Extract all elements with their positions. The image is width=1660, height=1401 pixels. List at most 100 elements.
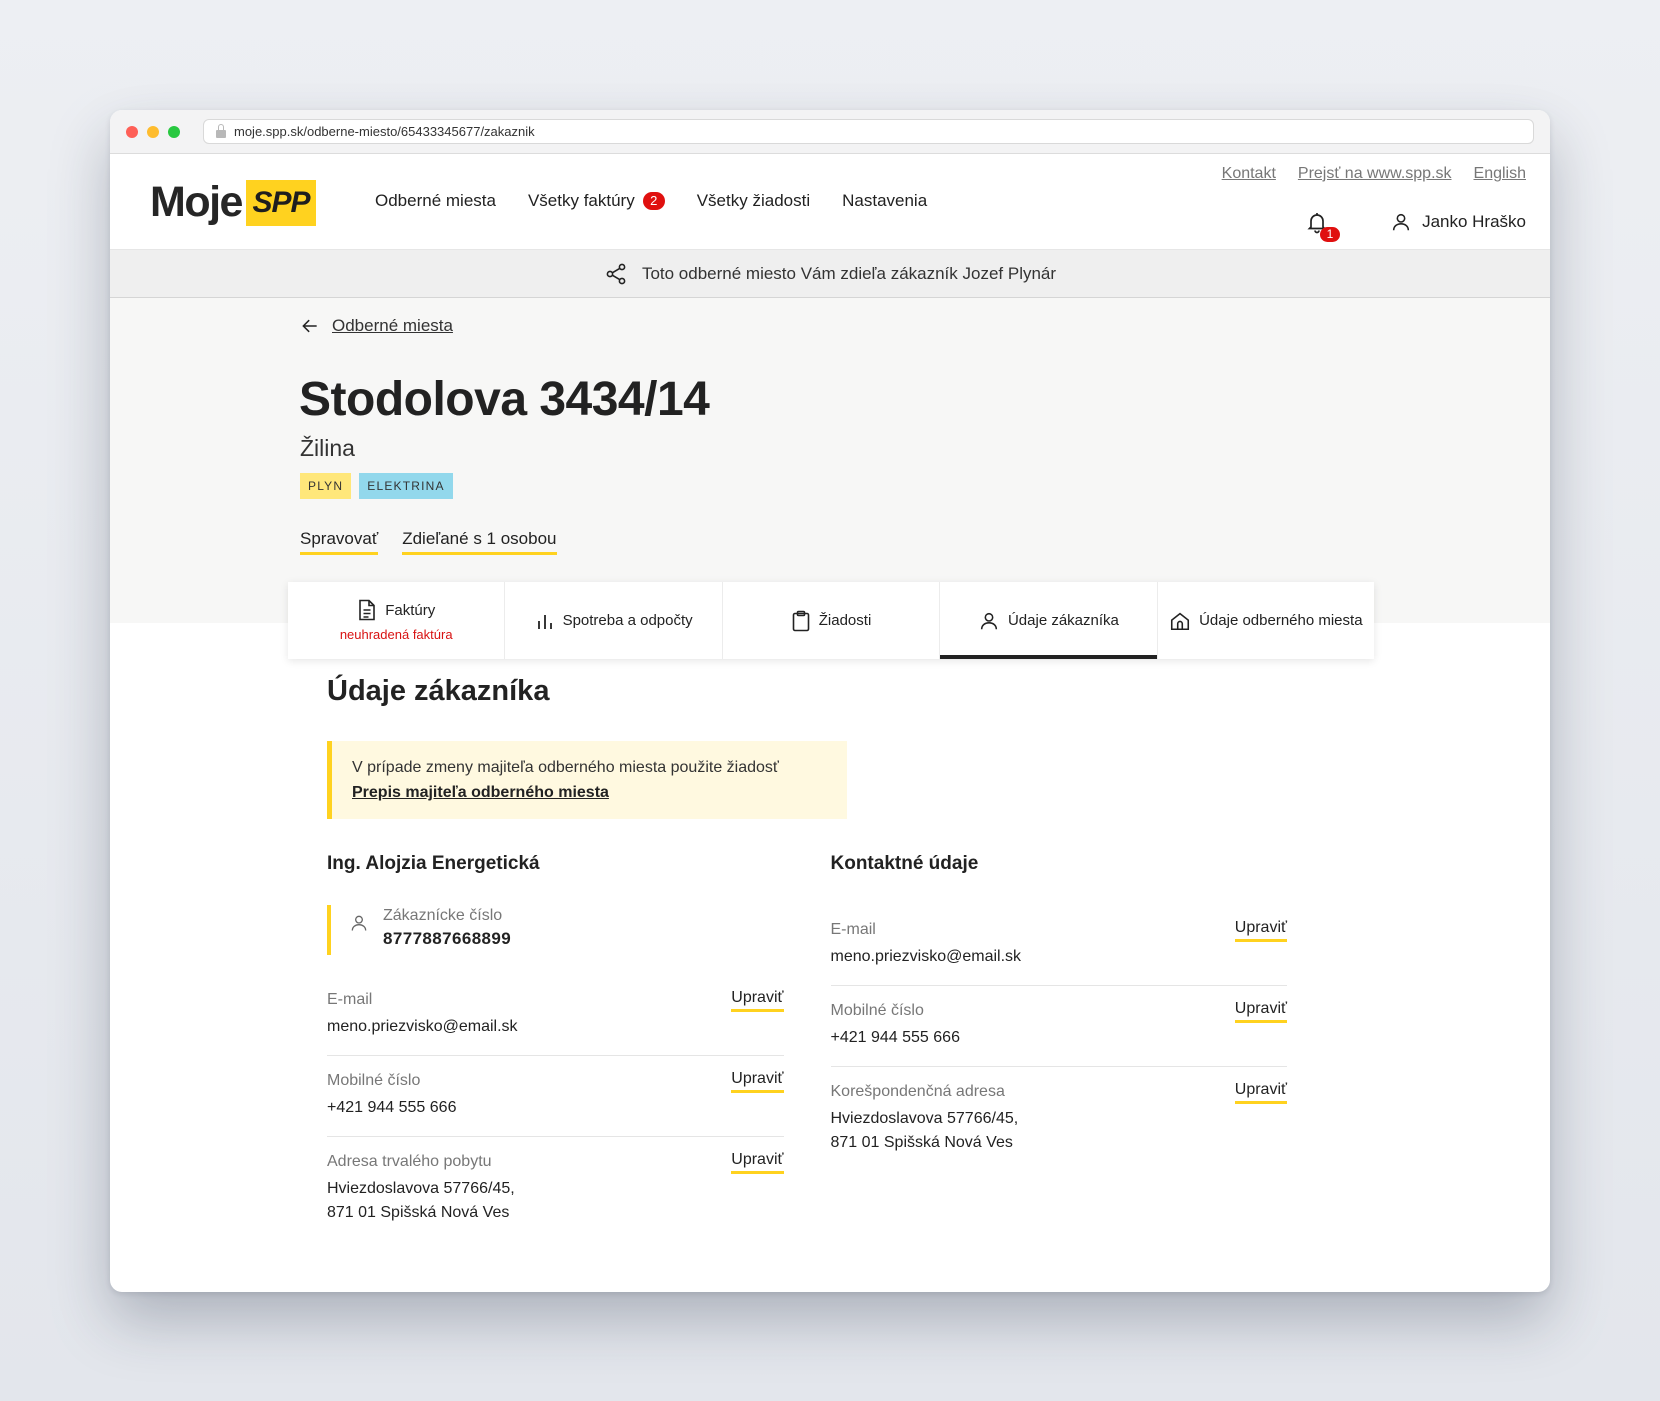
nav-item-ziadosti[interactable]: Všetky žiadosti	[697, 191, 810, 211]
tab-ziadosti[interactable]: Žiadosti	[723, 582, 941, 659]
url-text: moje.spp.sk/odberne-miesto/65433345677/z…	[234, 124, 535, 139]
field-label: Korešpondenčná adresa	[830, 1083, 1005, 1100]
edit-customer-address-button[interactable]: Upraviť	[731, 1151, 784, 1174]
owner-transfer-link[interactable]: Prepis majiteľa odberného miesta	[352, 784, 609, 801]
field-value: +421 944 555 666	[327, 1099, 457, 1116]
address-bar[interactable]: moje.spp.sk/odberne-miesto/65433345677/z…	[203, 119, 1534, 144]
document-icon	[357, 599, 377, 621]
address-line-2: 871 01 Spišská Nová Ves	[830, 1134, 1013, 1151]
unpaid-invoice-alert: neuhradená faktúra	[339, 627, 453, 642]
place-hero: Odberné miesta Stodolova 3434/14 Žilina …	[110, 298, 1550, 623]
user-name: Janko Hraško	[1422, 212, 1526, 231]
home-icon	[1169, 610, 1191, 632]
tab-faktury[interactable]: Faktúry neuhradená faktúra	[288, 582, 506, 659]
nav-item-nastavenia[interactable]: Nastavenia	[842, 191, 927, 211]
place-actions: Spravovať Zdieľané s 1 osobou	[300, 529, 557, 555]
logo-badge: SPP	[245, 179, 316, 226]
nav-item-faktury-label: Všetky faktúry	[527, 191, 635, 210]
tab-udaje-zakaznika[interactable]: Údaje zákazníka	[940, 582, 1158, 659]
field-label: Adresa trvalého pobytu	[327, 1153, 492, 1170]
customer-column: Ing. Alojzia Energetická Zákaznícke čísl…	[327, 853, 784, 1241]
address-line-2: 871 01 Spišská Nová Ves	[327, 1204, 510, 1221]
edit-contact-address-button[interactable]: Upraviť	[1234, 1081, 1287, 1104]
browser-window: moje.spp.sk/odberne-miesto/65433345677/z…	[110, 110, 1550, 1292]
minimize-window-button[interactable]	[147, 125, 159, 138]
customer-address-field: Adresa trvalého pobytu Hviezdoslavova 57…	[327, 1137, 784, 1241]
tag-plyn: PLYN	[300, 473, 352, 499]
contact-email-field: E-mail meno.priezvisko@email.sk Upraviť	[830, 905, 1287, 986]
share-banner: Toto odberné miesto Vám zdieľa zákazník …	[110, 250, 1550, 298]
customer-number-value: 8777887668899	[383, 929, 512, 948]
field-value: +421 944 555 666	[830, 1029, 960, 1046]
logo-text: Moje	[150, 178, 243, 226]
field-label: E-mail	[327, 991, 373, 1008]
field-value: Hviezdoslavova 57766/45, 871 01 Spišská …	[327, 1177, 784, 1225]
close-window-button[interactable]	[126, 125, 138, 138]
tab-ziadosti-label: Žiadosti	[818, 612, 872, 629]
customer-mobile-field: Mobilné číslo +421 944 555 666 Upraviť	[327, 1056, 784, 1137]
top-links: Kontakt Prejsť na www.spp.sk English	[1222, 165, 1526, 183]
commodity-tags: PLYN ELEKTRINA	[300, 473, 453, 499]
place-city: Žilina	[300, 435, 355, 461]
site-header: Moje SPP Odberné miesta Všetky faktúry 2 …	[110, 154, 1550, 250]
tab-spotreba-label: Spotreba a odpočty	[562, 612, 693, 629]
customer-number-box: Zákaznícke číslo 8777887668899	[327, 905, 784, 955]
contact-column: Kontaktné údaje E-mail meno.priezvisko@e…	[830, 853, 1288, 1241]
user-icon	[1390, 211, 1412, 233]
share-icon	[604, 262, 628, 286]
customer-details-section: Údaje zákazníka V prípade zmeny majiteľa…	[327, 675, 1287, 1241]
main-nav: Odberné miesta Všetky faktúry 2 Všetky ži…	[375, 191, 927, 211]
link-spp-website[interactable]: Prejsť na www.spp.sk	[1298, 165, 1452, 183]
notice-text: V prípade zmeny majiteľa odberného miest…	[352, 759, 779, 776]
details-columns: Ing. Alojzia Energetická Zákaznícke čísl…	[327, 853, 1287, 1241]
back-link-label: Odberné miesta	[332, 316, 453, 335]
edit-contact-email-button[interactable]: Upraviť	[1234, 919, 1287, 942]
customer-email-field: E-mail meno.priezvisko@email.sk Upraviť	[327, 975, 784, 1056]
chart-icon	[535, 611, 555, 631]
invoices-count-badge: 2	[642, 192, 665, 210]
user-menu[interactable]: Janko Hraško	[1390, 211, 1526, 233]
nav-item-faktury[interactable]: Všetky faktúry 2	[528, 191, 665, 211]
tab-faktury-label: Faktúry	[385, 601, 436, 619]
tab-udaje-odberneho-miesta-label: Údaje odberného miesta	[1199, 612, 1363, 629]
section-title: Údaje zákazníka	[327, 675, 550, 707]
edit-contact-mobile-button[interactable]: Upraviť	[1234, 1000, 1287, 1023]
browser-chrome: moje.spp.sk/odberne-miesto/65433345677/z…	[110, 110, 1550, 154]
maximize-window-button[interactable]	[168, 125, 180, 138]
page-title: Stodolova 3434/14	[299, 373, 710, 426]
field-value: Hviezdoslavova 57766/45, 871 01 Spišská …	[831, 1107, 1288, 1155]
customer-number-label: Zákaznícke číslo	[383, 907, 503, 924]
manage-link[interactable]: Spravovať	[300, 529, 379, 555]
address-line-1: Hviezdoslavova 57766/45,	[830, 1110, 1019, 1127]
logo[interactable]: Moje SPP	[150, 178, 316, 227]
share-banner-text: Toto odberné miesto Vám zdieľa zákazník …	[641, 263, 1057, 283]
user-icon	[349, 913, 369, 949]
field-value: meno.priezvisko@email.sk	[830, 948, 1022, 965]
shared-with-link[interactable]: Zdieľané s 1 osobou	[402, 529, 557, 555]
lock-icon	[216, 123, 226, 138]
address-line-1: Hviezdoslavova 57766/45,	[327, 1180, 515, 1197]
edit-customer-email-button[interactable]: Upraviť	[731, 989, 784, 1012]
tab-spotreba[interactable]: Spotreba a odpočty	[505, 582, 723, 659]
user-icon	[978, 610, 1000, 632]
link-kontakt[interactable]: Kontakt	[1222, 165, 1276, 183]
back-link[interactable]: Odberné miesta	[300, 316, 453, 336]
edit-customer-mobile-button[interactable]: Upraviť	[731, 1070, 784, 1093]
nav-item-odberne-miesta[interactable]: Odberné miesta	[375, 191, 496, 211]
field-label: Mobilné číslo	[327, 1072, 421, 1089]
arrow-left-icon	[300, 316, 320, 336]
customer-name: Ing. Alojzia Energetická	[327, 853, 540, 874]
clipboard-icon	[791, 610, 811, 632]
contact-mobile-field: Mobilné číslo +421 944 555 666 Upraviť	[830, 986, 1287, 1067]
field-label: Mobilné číslo	[830, 1002, 924, 1019]
field-value: meno.priezvisko@email.sk	[327, 1018, 518, 1035]
contact-title: Kontaktné údaje	[830, 853, 979, 874]
tag-elektrina: ELEKTRINA	[359, 473, 453, 499]
place-tabs: Faktúry neuhradená faktúra Spotreba a od…	[288, 582, 1374, 659]
tab-udaje-zakaznika-label: Údaje zákazníka	[1007, 612, 1119, 629]
tab-udaje-odberneho-miesta[interactable]: Údaje odberného miesta	[1158, 582, 1374, 659]
notification-badge: 1	[1320, 227, 1340, 242]
link-english[interactable]: English	[1474, 165, 1526, 183]
field-label: E-mail	[830, 921, 876, 938]
owner-change-notice: V prípade zmeny majiteľa odberného miest…	[327, 741, 847, 819]
